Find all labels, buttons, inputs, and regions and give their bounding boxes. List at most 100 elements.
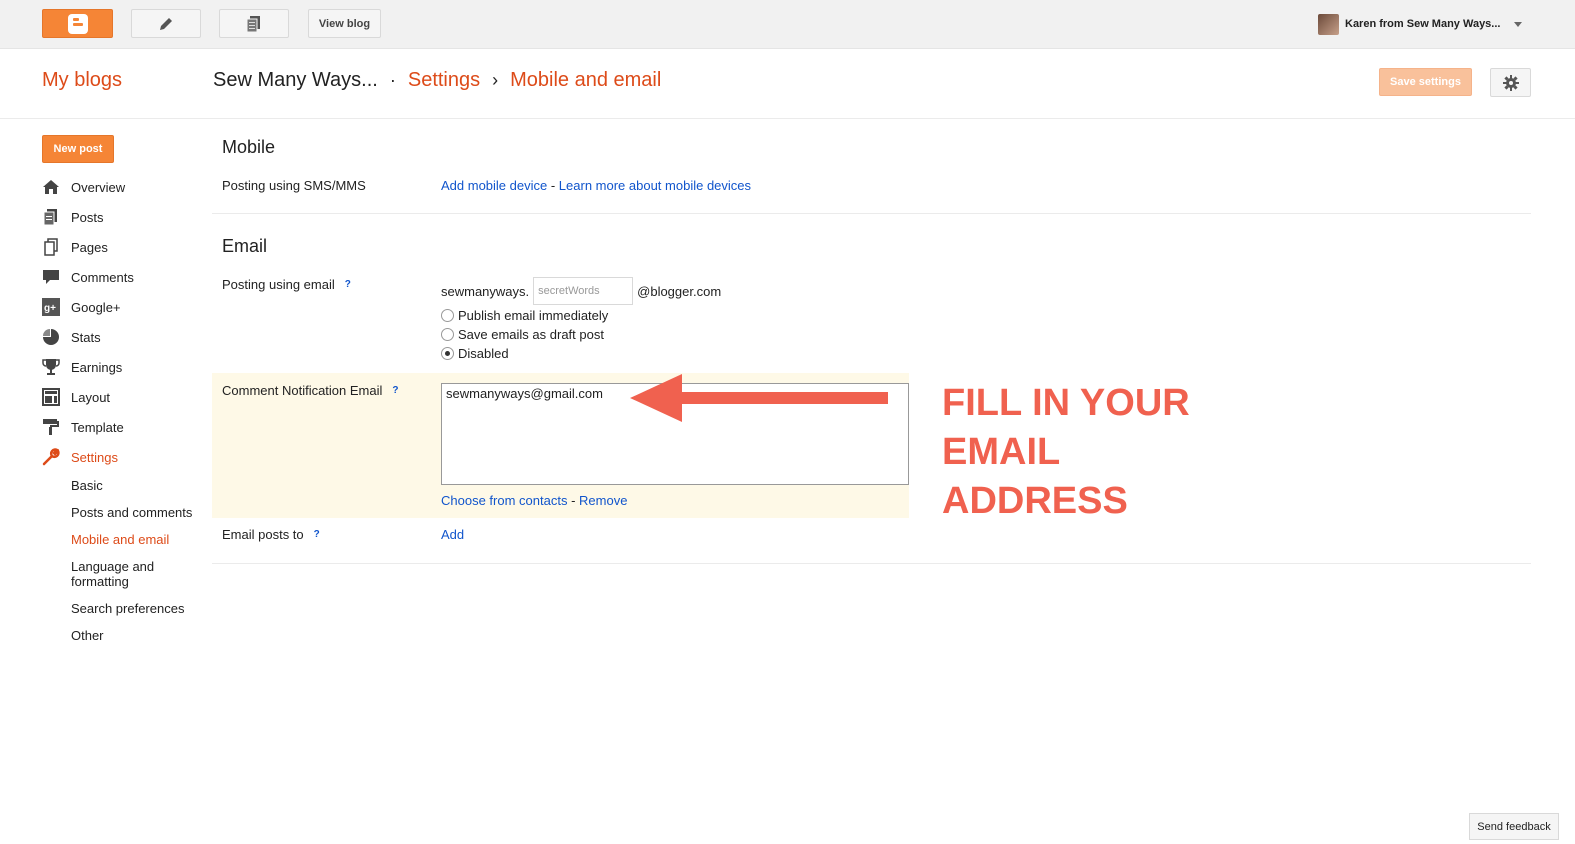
sidebar-item-comments[interactable]: Comments <box>42 266 134 288</box>
sidebar-item-label: Posts <box>71 209 104 225</box>
save-settings-button[interactable]: Save settings <box>1379 68 1472 96</box>
my-blogs-link[interactable]: My blogs <box>42 69 122 92</box>
new-post-pencil-button[interactable] <box>131 9 201 38</box>
radio-publish-immediately[interactable]: Publish email immediately <box>441 308 608 323</box>
mobile-links: Add mobile device - Learn more about mob… <box>441 178 751 193</box>
section-title-email: Email <box>222 236 268 256</box>
email-posts-to-label-text: Email posts to <box>222 527 304 542</box>
comment-notification-label: Comment Notification Email ? <box>222 383 399 398</box>
sidebar-item-layout[interactable]: Layout <box>42 386 110 408</box>
sidebar-item-pages[interactable]: Pages <box>42 236 108 258</box>
breadcrumb: Sew Many Ways... · Settings › Mobile and… <box>213 69 661 92</box>
sms-label: Posting using SMS/MMS <box>222 178 366 193</box>
view-blog-button[interactable]: View blog <box>308 9 381 38</box>
posts-icon <box>42 208 60 226</box>
top-bar: View blog Karen from Sew Many Ways... <box>0 0 1575 49</box>
radio-button-selected[interactable] <box>441 347 454 360</box>
blogger-logo-button[interactable] <box>42 9 113 38</box>
posting-email-label-text: Posting using email <box>222 277 335 292</box>
stats-icon <box>42 328 60 346</box>
sms-label-text: Posting using SMS/MMS <box>222 178 366 193</box>
link-separator: - <box>547 178 559 193</box>
breadcrumb-settings[interactable]: Settings <box>408 69 480 92</box>
layout-icon <box>42 388 60 406</box>
posts-list-button[interactable] <box>219 9 289 38</box>
contacts-links: Choose from contacts - Remove <box>441 493 627 508</box>
radio-label: Disabled <box>458 346 509 361</box>
divider <box>212 213 1531 214</box>
comments-icon <box>42 268 60 286</box>
google-plus-icon: g+ <box>42 298 60 316</box>
help-icon[interactable]: ? <box>314 529 320 540</box>
breadcrumb-chevron: › <box>492 70 499 90</box>
blogger-icon <box>67 13 88 34</box>
annotation-arrow-icon <box>630 374 888 422</box>
sidebar-item-template[interactable]: Template <box>42 416 124 438</box>
new-post-button[interactable]: New post <box>42 135 114 163</box>
radio-button[interactable] <box>441 328 454 341</box>
radio-save-draft[interactable]: Save emails as draft post <box>441 327 604 342</box>
sidebar-item-earnings[interactable]: Earnings <box>42 356 122 378</box>
pages-icon <box>246 15 260 32</box>
sidebar-item-posts[interactable]: Posts <box>42 206 104 228</box>
comment-notification-label-text: Comment Notification Email <box>222 383 383 398</box>
annotation-line-2: EMAIL <box>942 431 1061 473</box>
sidebar-item-settings[interactable]: Settings <box>42 446 118 468</box>
user-name: Karen from Sew Many Ways... <box>1345 18 1501 30</box>
sidebar-item-label: Google+ <box>71 299 121 315</box>
sidebar-item-label: Earnings <box>71 359 123 375</box>
annotation-text: FILL IN YOUR EMAIL ADDRESS <box>942 379 1242 526</box>
radio-disabled[interactable]: Disabled <box>441 346 509 361</box>
send-feedback-button[interactable]: Send feedback <box>1469 813 1559 840</box>
sidebar-item-overview[interactable]: Overview <box>42 176 125 198</box>
add-mobile-device-link[interactable]: Add mobile device <box>441 178 547 193</box>
home-icon <box>42 178 60 196</box>
trophy-icon <box>42 358 60 376</box>
sidebar-item-label: Stats <box>71 329 101 345</box>
breadcrumb-dot: · <box>389 70 396 90</box>
gear-icon <box>1502 74 1519 91</box>
avatar <box>1318 13 1339 35</box>
sidebar-subitem-posts-comments[interactable]: Posts and comments <box>71 505 192 520</box>
chevron-down-icon <box>1514 21 1523 27</box>
posting-email-address: sewmanyways. secretWords @blogger.com <box>441 277 721 305</box>
divider <box>212 563 1531 564</box>
radio-label: Save emails as draft post <box>458 327 604 342</box>
annotation-line-1: FILL IN YOUR <box>942 382 1190 424</box>
sidebar-item-google-plus[interactable]: g+ Google+ <box>42 296 121 318</box>
help-icon[interactable]: ? <box>345 279 351 290</box>
posting-email-label: Posting using email ? <box>222 277 351 292</box>
wrench-icon <box>42 448 60 466</box>
choose-contacts-link[interactable]: Choose from contacts <box>441 493 567 508</box>
sidebar-subitem-mobile-email[interactable]: Mobile and email <box>71 532 169 547</box>
sidebar-item-label: Pages <box>71 239 108 255</box>
breadcrumb-blog-name[interactable]: Sew Many Ways... <box>213 69 378 92</box>
learn-more-link[interactable]: Learn more about mobile devices <box>559 178 751 193</box>
sidebar-subitem-other[interactable]: Other <box>71 628 104 643</box>
gear-button[interactable] <box>1490 68 1531 97</box>
email-prefix: sewmanyways. <box>441 283 530 299</box>
section-title-mobile: Mobile <box>222 137 276 157</box>
user-menu[interactable]: Karen from Sew Many Ways... <box>1318 12 1523 36</box>
radio-button[interactable] <box>441 309 454 322</box>
template-icon <box>42 418 60 436</box>
sidebar-item-label: Settings <box>71 449 118 465</box>
sidebar-subitem-basic[interactable]: Basic <box>71 478 103 493</box>
breadcrumb-current: Mobile and email <box>510 69 662 91</box>
email-posts-to-value: Add <box>441 527 464 542</box>
annotation-line-3: ADDRESS <box>942 480 1128 522</box>
sidebar-item-label: Template <box>71 419 124 435</box>
email-posts-to-label: Email posts to ? <box>222 527 320 542</box>
pages-icon <box>42 238 60 256</box>
secret-words-input[interactable]: secretWords <box>533 277 634 305</box>
email-suffix: @blogger.com <box>637 283 722 299</box>
sidebar-subitem-search-prefs[interactable]: Search preferences <box>71 601 184 616</box>
sidebar-item-label: Overview <box>71 179 126 195</box>
add-link[interactable]: Add <box>441 527 464 542</box>
sidebar-subitem-language[interactable]: Language and formatting <box>71 559 171 589</box>
remove-link[interactable]: Remove <box>579 493 627 508</box>
link-separator: - <box>567 493 580 508</box>
help-icon[interactable]: ? <box>392 385 398 396</box>
sidebar-item-stats[interactable]: Stats <box>42 326 101 348</box>
pencil-icon <box>160 17 172 30</box>
